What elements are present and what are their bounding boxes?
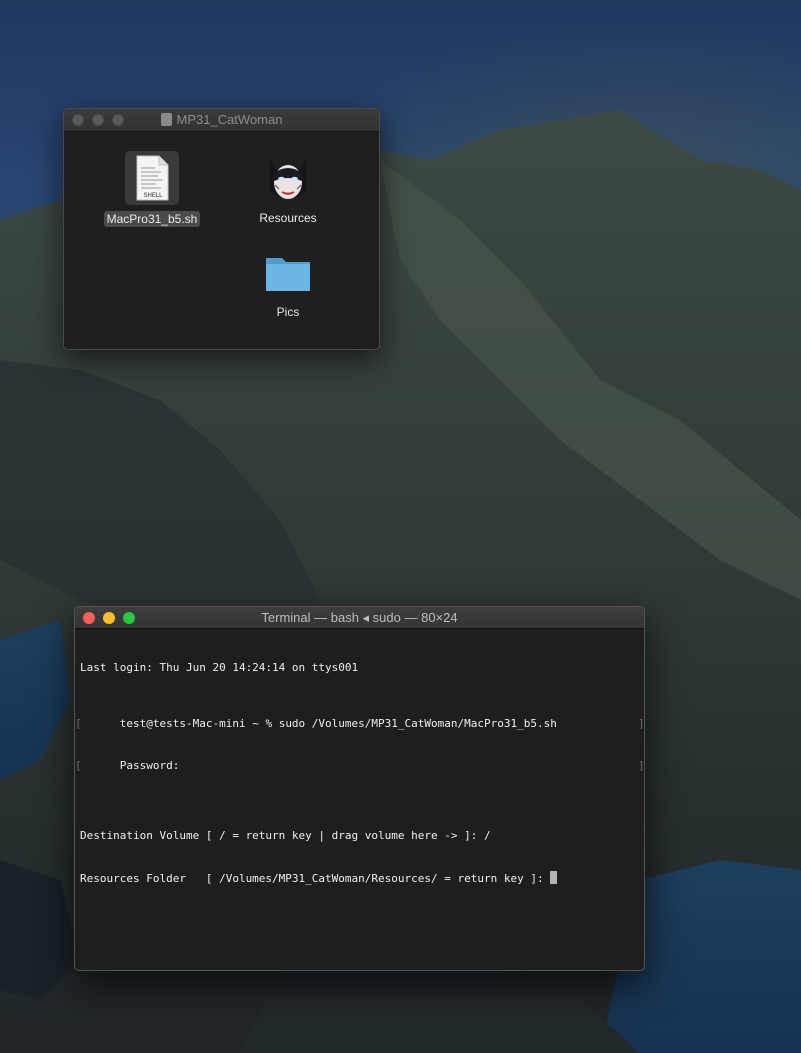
terminal-line: Resources Folder [ /Volumes/MP31_CatWoma…	[80, 871, 644, 885]
shell-script-file-icon: SHELL	[125, 151, 179, 205]
line-marker-close: ]	[638, 717, 645, 730]
finder-window[interactable]: MP31_CatWoman SHELL MacPro31_b5.sh Resou…	[63, 108, 380, 350]
finder-titlebar[interactable]: MP31_CatWoman	[64, 109, 379, 132]
line-marker-open: [	[75, 759, 82, 772]
finder-title-text: MP31_CatWoman	[176, 112, 283, 127]
terminal-line: [ Password:]	[75, 745, 644, 772]
terminal-titlebar[interactable]: Terminal — bash ◂ sudo — 80×24	[75, 607, 644, 629]
terminal-prompt-text: Resources Folder [ /Volumes/MP31_CatWoma…	[80, 872, 551, 885]
shell-script-label: MacPro31_b5.sh	[103, 211, 201, 227]
pics-folder-item[interactable]: Pics	[236, 245, 340, 319]
shell-label-text: SHELL	[143, 193, 163, 199]
terminal-output[interactable]: Last login: Thu Jun 20 14:24:14 on ttys0…	[75, 629, 644, 913]
line-marker-open: [	[75, 717, 82, 730]
window-title: MP31_CatWoman	[64, 112, 379, 127]
terminal-line: Destination Volume [ / = return key | dr…	[80, 829, 491, 842]
terminal-line-text: test@tests-Mac-mini ~ % sudo /Volumes/MP…	[119, 717, 557, 730]
pics-label: Pics	[276, 305, 300, 319]
terminal-title: Terminal — bash ◂ sudo — 80×24	[261, 610, 458, 625]
line-marker-close: ]	[638, 759, 645, 772]
shell-script-item[interactable]: SHELL MacPro31_b5.sh	[100, 151, 204, 228]
terminal-line: [ test@tests-Mac-mini ~ % sudo /Volumes/M…	[75, 703, 644, 730]
catwoman-image-icon	[261, 151, 315, 205]
resources-item[interactable]: Resources	[236, 151, 340, 225]
text-cursor	[550, 871, 558, 884]
disk-icon	[160, 113, 172, 126]
terminal-window[interactable]: Terminal — bash ◂ sudo — 80×24 Last logi…	[74, 606, 645, 971]
blue-folder-icon	[261, 245, 315, 299]
terminal-line-text: Password:	[119, 759, 180, 772]
terminal-line: Last login: Thu Jun 20 14:24:14 on ttys0…	[80, 661, 359, 674]
resources-label: Resources	[259, 211, 317, 225]
